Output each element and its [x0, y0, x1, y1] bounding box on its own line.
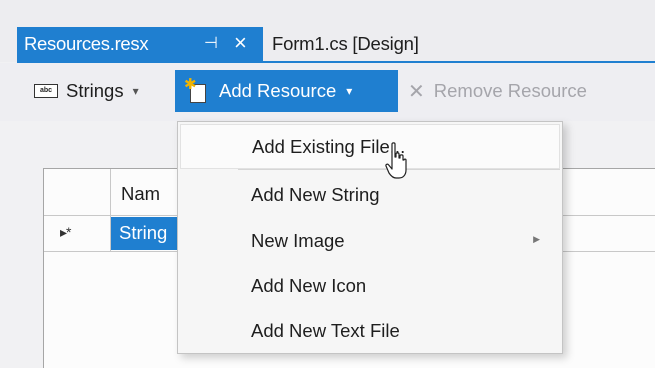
menu-item-label: New Image: [251, 229, 345, 251]
submenu-arrow-icon: ▶: [533, 234, 540, 244]
remove-resource-button[interactable]: ✕ Remove Resource: [408, 77, 587, 105]
menu-item-new-image[interactable]: New Image ▶: [178, 218, 562, 263]
chevron-down-icon: ▾: [346, 84, 353, 98]
abc-icon: abc: [34, 84, 58, 98]
menu-item-add-new-string[interactable]: Add New String: [178, 172, 562, 217]
name-cell[interactable]: String: [111, 217, 181, 250]
remove-resource-label: Remove Resource: [433, 80, 587, 101]
strings-label: Strings: [66, 80, 124, 101]
tab-form1-design[interactable]: Form1.cs [Design]: [263, 27, 553, 61]
menu-item-add-new-text-file[interactable]: Add New Text File: [178, 308, 562, 353]
menu-item-add-existing-file[interactable]: Add Existing File...: [180, 124, 560, 169]
hand-cursor-icon: [385, 142, 407, 179]
remove-icon: ✕: [408, 80, 425, 103]
menu-item-add-new-icon[interactable]: Add New Icon: [178, 263, 562, 308]
menu-item-label: Add New Text File: [251, 319, 400, 341]
menu-item-label: Add Existing File...: [252, 135, 406, 157]
add-resource-menu: Add Existing File... Add New String New …: [177, 121, 563, 354]
new-row-marker-icon: ▸*: [60, 224, 72, 240]
add-resource-label: Add Resource: [219, 80, 337, 101]
add-resource-button[interactable]: ✱ Add Resource ▾: [175, 70, 398, 112]
menu-item-label: Add New Icon: [251, 274, 367, 296]
resource-toolbar: abc Strings ▾ ✱ Add Resource ▾ ✕ Remove …: [0, 63, 655, 121]
menu-item-label: Add New String: [251, 183, 380, 205]
tab-label: Resources.resx: [24, 33, 149, 54]
column-header-name[interactable]: Nam: [121, 183, 160, 205]
close-icon[interactable]: ×: [234, 29, 247, 57]
tab-resources-resx[interactable]: Resources.resx ⊣ ×: [17, 27, 263, 61]
chevron-down-icon: ▾: [132, 84, 139, 98]
tab-label: Form1.cs [Design]: [272, 33, 419, 54]
document-tab-strip: Resources.resx ⊣ × Form1.cs [Design]: [0, 0, 655, 63]
strings-dropdown[interactable]: abc Strings ▾: [34, 77, 139, 105]
pin-icon[interactable]: ⊣: [204, 33, 218, 53]
add-resource-icon: ✱: [184, 76, 210, 104]
